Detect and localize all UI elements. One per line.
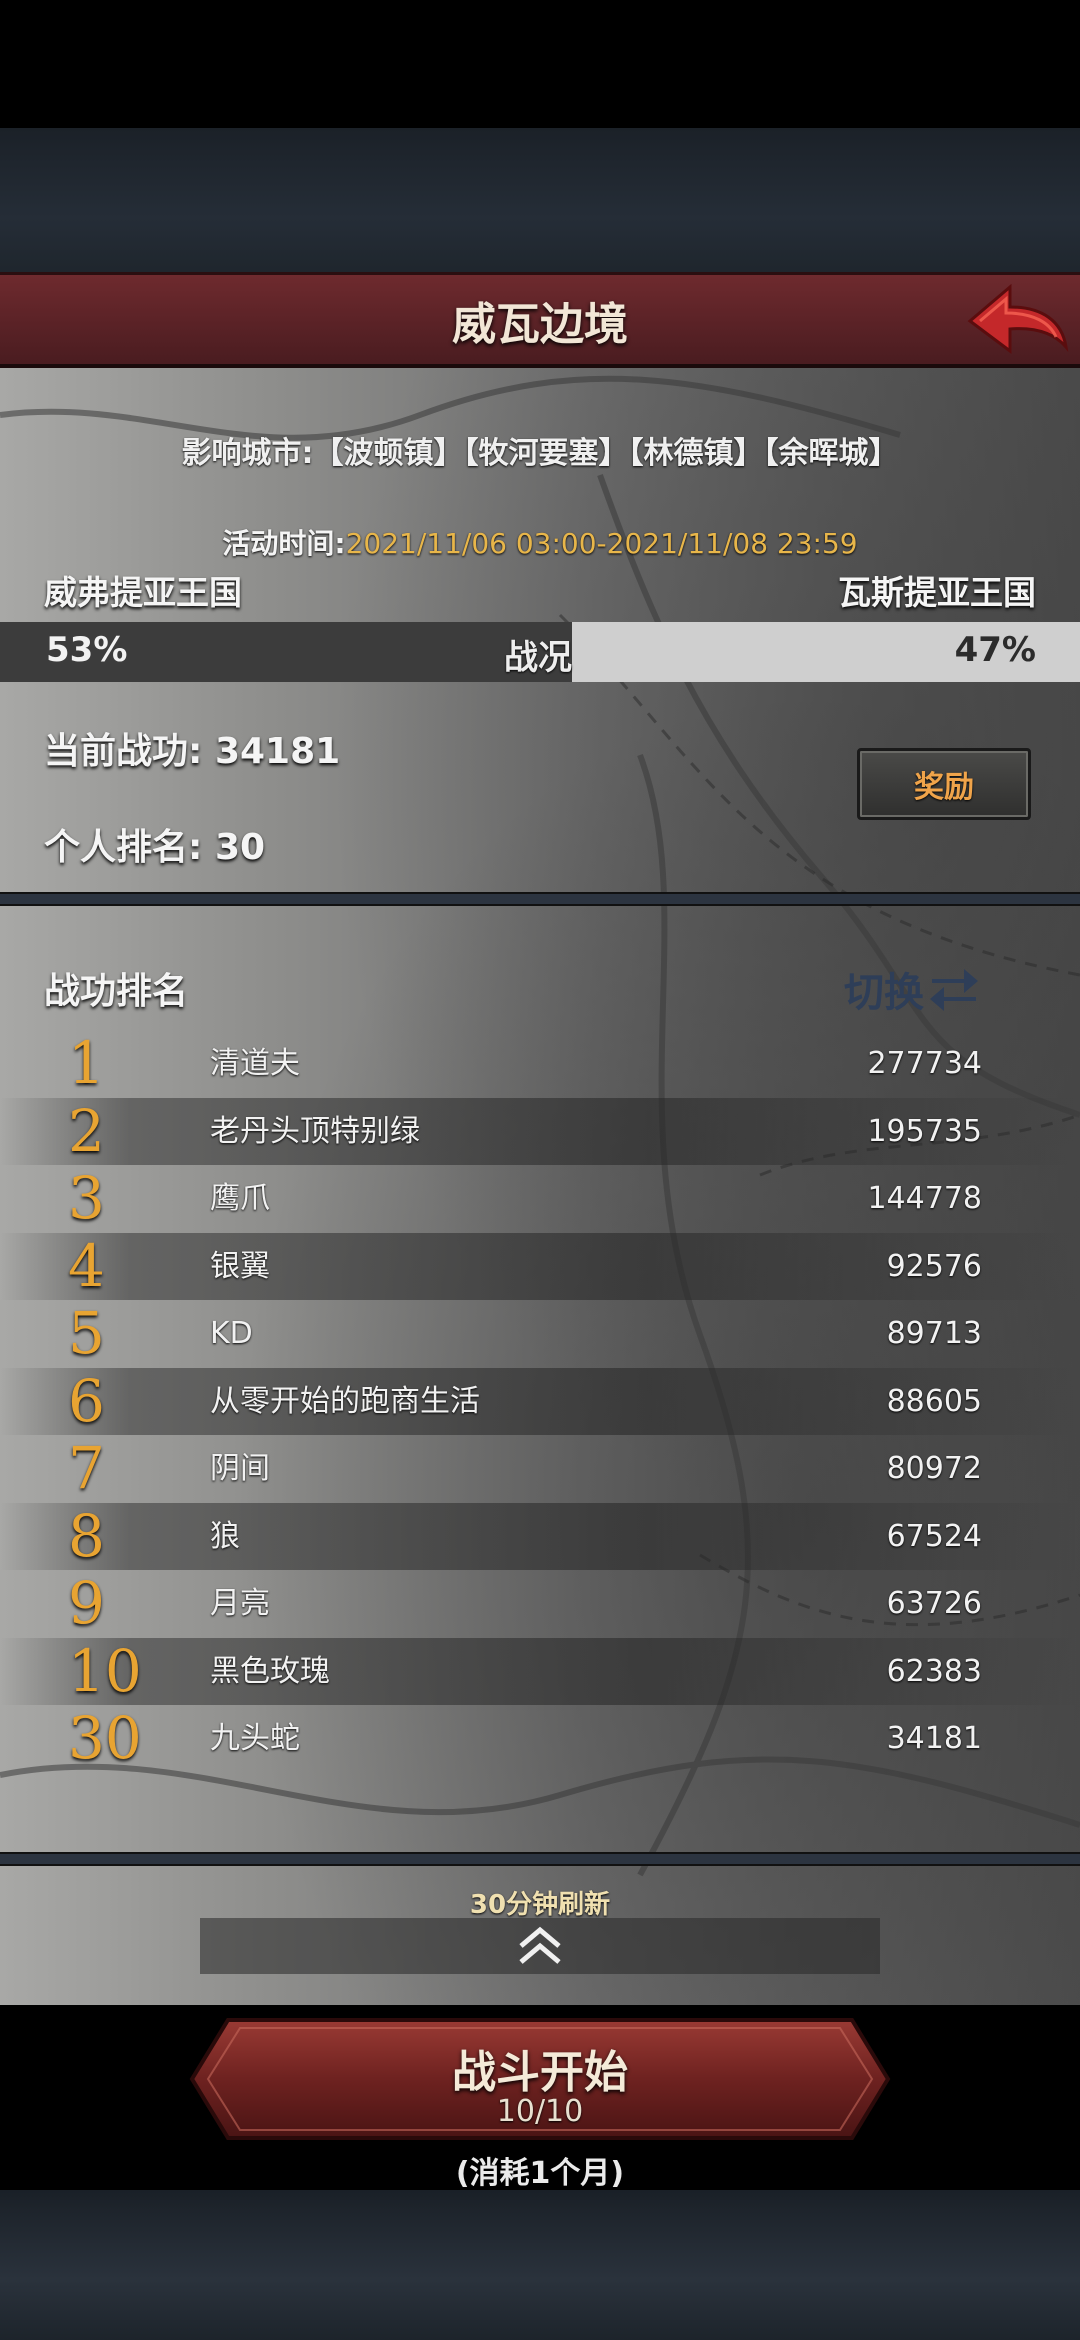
switch-label: 切换 — [844, 970, 924, 1016]
merit-value: 34181 — [214, 731, 341, 772]
rank-number: 9 — [68, 1569, 105, 1637]
back-arrow-icon[interactable] — [962, 281, 1072, 361]
ranking-row[interactable]: 6 从零开始的跑商生活 88605 — [0, 1366, 1080, 1435]
left-percent: 53% — [46, 630, 128, 670]
ranking-title: 战功排名 — [44, 971, 189, 1012]
ranking-header: 战功排名 切换 — [44, 938, 1080, 1016]
player-name: 狼 — [210, 1518, 240, 1554]
player-score: 92576 — [886, 1248, 982, 1284]
player-name: 月亮 — [210, 1586, 270, 1621]
rank-number: 30 — [68, 1704, 142, 1772]
player-score: 88605 — [886, 1383, 982, 1419]
player-score: 80972 — [886, 1451, 982, 1486]
player-score: 62383 — [886, 1653, 982, 1689]
time-label: 活动时间: — [222, 527, 346, 560]
time-value: 2021/11/06 03:00-2021/11/08 23:59 — [345, 527, 858, 560]
ranking-row[interactable]: 10 黑色玫瑰 62383 — [0, 1636, 1080, 1705]
right-percent: 47% — [954, 630, 1036, 670]
ranking-row[interactable]: 2 老丹头顶特别绿 195735 — [0, 1096, 1080, 1165]
rank-number: 6 — [68, 1366, 105, 1435]
section-divider — [0, 1852, 1080, 1866]
merit-label: 当前战功: — [44, 731, 203, 772]
cities-list: 【波顿镇】【牧河要塞】【林德镇】【余晖城】 — [313, 436, 899, 471]
cities-label: 影响城市: — [181, 436, 314, 471]
player-name: KD — [210, 1316, 253, 1351]
player-name: 从零开始的跑商生活 — [210, 1383, 480, 1419]
refresh-note: 30分钟刷新 — [469, 1890, 611, 1920]
ranking-row[interactable]: 9 月亮 63726 — [0, 1570, 1080, 1638]
swap-arrows-icon — [930, 969, 978, 1011]
player-score: 67524 — [886, 1518, 982, 1554]
rank-number: 4 — [68, 1231, 105, 1300]
top-backdrop — [0, 128, 1080, 278]
bottom-backdrop — [0, 2190, 1080, 2340]
current-merit: 当前战功: 34181 — [44, 722, 340, 774]
right-faction-name: 瓦斯提亚王国 — [838, 573, 1036, 612]
rank-number: 10 — [68, 1636, 142, 1705]
ranking-row[interactable]: 4 银翼 92576 — [0, 1231, 1080, 1300]
player-score: 144778 — [867, 1181, 982, 1216]
player-score: 34181 — [886, 1721, 982, 1756]
personal-rank: 个人排名: 30 — [44, 818, 265, 870]
title-bar: 威瓦边境 — [0, 272, 1080, 368]
left-faction-name: 威弗提亚王国 — [44, 573, 242, 612]
player-name: 清道夫 — [210, 1046, 300, 1081]
player-name: 银翼 — [210, 1248, 270, 1284]
rank-number: 3 — [68, 1164, 105, 1232]
rank-number: 1 — [68, 1029, 105, 1097]
player-score: 277734 — [867, 1046, 982, 1081]
double-chevron-up-icon — [519, 1926, 561, 1964]
ranking-row[interactable]: 5 KD 89713 — [0, 1300, 1080, 1368]
player-name: 九头蛇 — [210, 1721, 300, 1756]
reward-button-label: 奖励 — [914, 770, 974, 805]
cost-note: (消耗1个月) — [455, 2156, 625, 2191]
rank-label: 个人排名: — [44, 827, 203, 868]
rank-number: 5 — [68, 1299, 105, 1367]
reward-button[interactable]: 奖励 — [857, 748, 1031, 820]
battle-start-label: 战斗开始 — [452, 2047, 628, 2098]
battle-count: 10/10 — [496, 2094, 584, 2129]
rank-number: 2 — [68, 1096, 105, 1165]
event-time: 活动时间:2021/11/06 03:00-2021/11/08 23:59 — [0, 522, 1080, 562]
page-title: 威瓦边境 — [452, 298, 628, 350]
player-score: 195735 — [867, 1113, 982, 1149]
affected-cities: 影响城市:【波顿镇】【牧河要塞】【林德镇】【余晖城】 — [0, 428, 1080, 472]
war-status-bar: 53% 战况 47% — [0, 622, 1080, 682]
ranking-row[interactable]: 30 九头蛇 34181 — [0, 1705, 1080, 1773]
section-divider — [0, 892, 1080, 906]
ranking-row[interactable]: 3 鹰爪 144778 — [0, 1165, 1080, 1233]
player-score: 63726 — [886, 1586, 982, 1621]
ranking-row[interactable]: 8 狼 67524 — [0, 1501, 1080, 1570]
war-status-label: 战况 — [504, 638, 572, 678]
player-name: 鹰爪 — [210, 1181, 270, 1216]
switch-button[interactable]: 切换 — [844, 960, 980, 1018]
expand-button[interactable] — [200, 1918, 880, 1974]
ranking-row[interactable]: 7 阴间 80972 — [0, 1435, 1080, 1503]
rank-value: 30 — [214, 827, 266, 868]
ranking-list: 1 清道夫 277734 2 老丹头顶特别绿 195735 3 鹰爪 144778 4 银翼 9257… — [0, 1030, 1080, 1773]
rank-number: 7 — [68, 1434, 105, 1502]
player-name: 老丹头顶特别绿 — [210, 1113, 420, 1149]
rank-number: 8 — [68, 1501, 105, 1570]
ranking-row[interactable]: 1 清道夫 277734 — [0, 1030, 1080, 1098]
player-name: 黑色玫瑰 — [210, 1653, 330, 1689]
player-score: 89713 — [886, 1316, 982, 1351]
player-name: 阴间 — [210, 1451, 270, 1486]
ranking-panel: 战功排名 切换 1 清道夫 277734 2 老丹头顶特别绿 195735 3 鹰爪 14477… — [0, 938, 1080, 1858]
